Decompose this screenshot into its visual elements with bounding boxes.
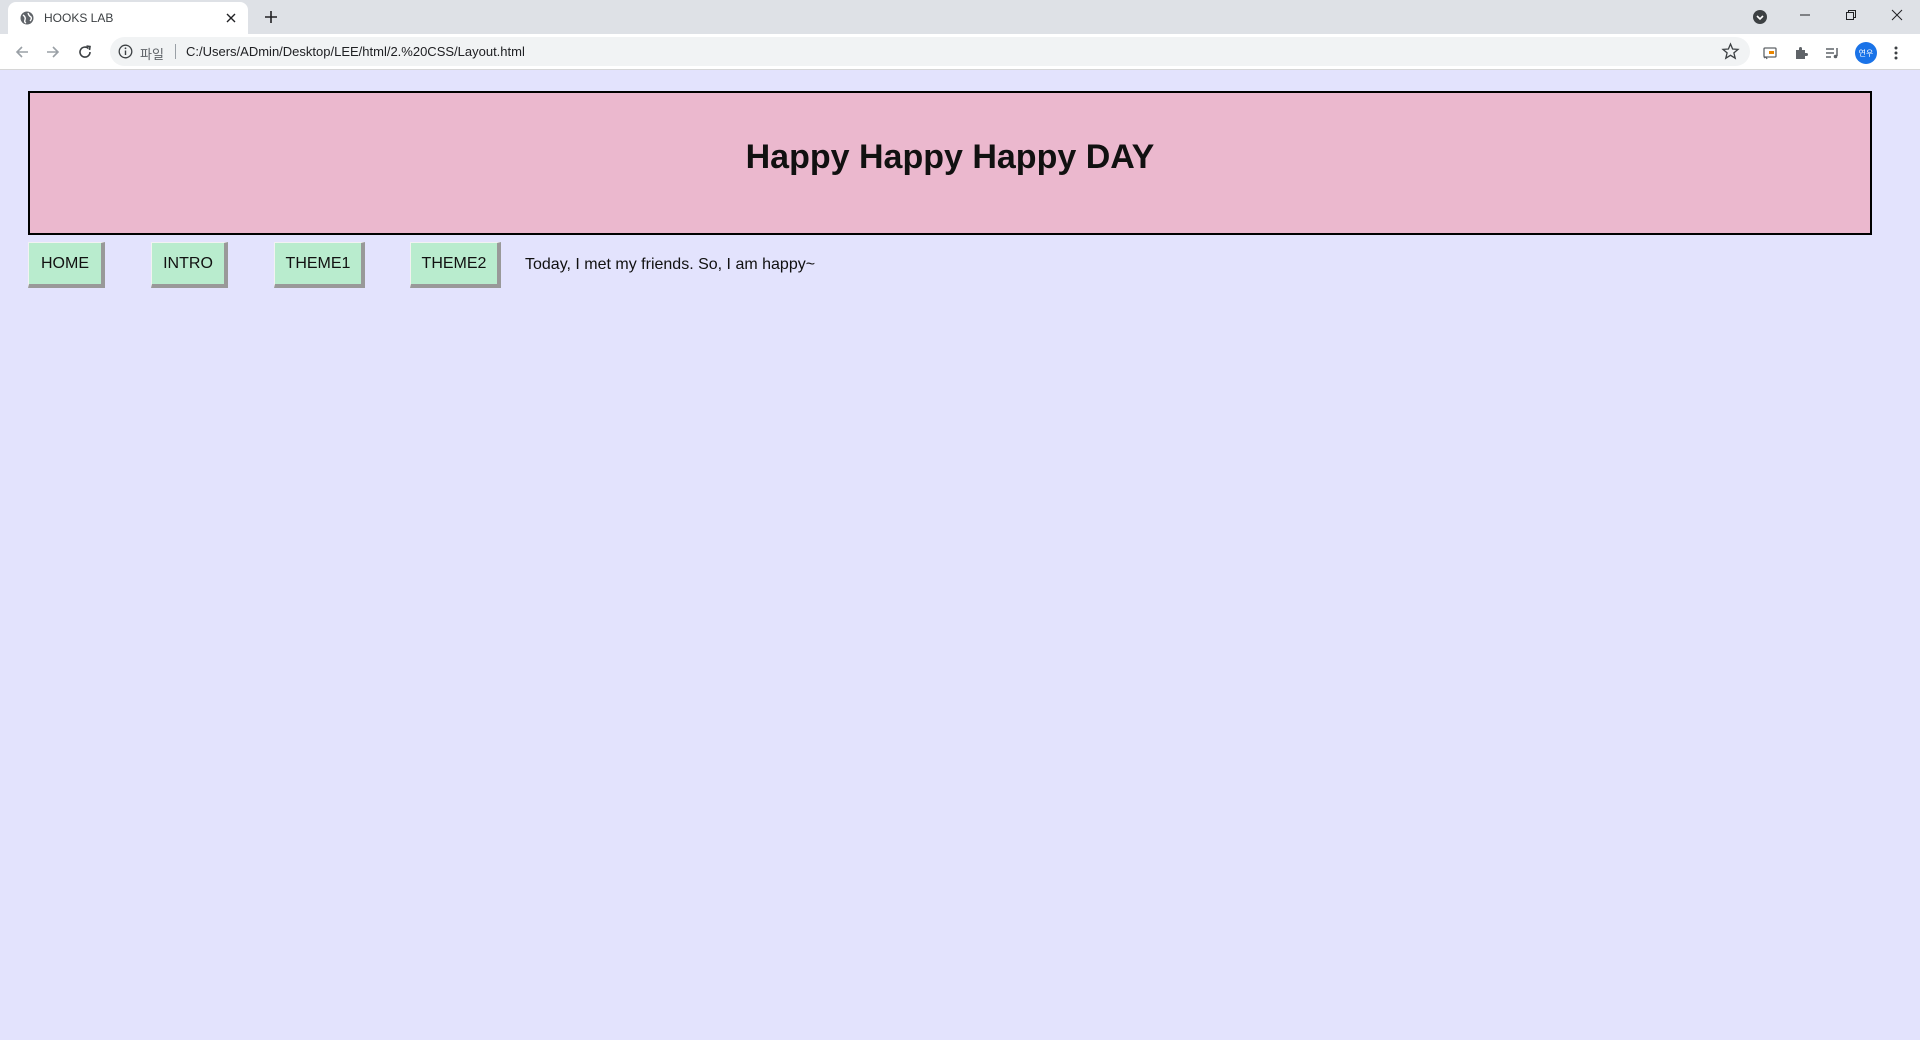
restore-icon[interactable] — [1828, 0, 1874, 30]
nav-button-theme1[interactable]: THEME1 — [274, 242, 365, 288]
window-close-icon[interactable] — [1874, 0, 1920, 30]
nav-button-theme2[interactable]: THEME2 — [410, 242, 501, 288]
kebab-menu-icon[interactable] — [1886, 43, 1906, 63]
tab-title: HOOKS LAB — [44, 11, 114, 25]
nav-button-intro[interactable]: INTRO — [151, 242, 228, 288]
new-tab-plus-icon[interactable] — [260, 6, 282, 28]
page-header: Happy Happy Happy DAY — [28, 91, 1872, 235]
reload-icon[interactable] — [74, 41, 96, 63]
globe-icon — [20, 11, 34, 25]
close-tab-icon[interactable] — [222, 9, 240, 27]
media-control-icon[interactable] — [1822, 43, 1842, 63]
browser-toolbar: 파일 C:/Users/ADmin/Desktop/LEE/html/2.%20… — [0, 34, 1920, 70]
minimize-icon[interactable] — [1782, 0, 1828, 30]
content-text: Today, I met my friends. So, I am happy~ — [525, 256, 816, 273]
nav-button-home[interactable]: HOME — [28, 242, 105, 288]
page-title: Happy Happy Happy DAY — [745, 137, 1155, 176]
tab-strip: HOOKS LAB — [0, 0, 1920, 34]
tab-search-icon[interactable] — [1750, 7, 1770, 27]
address-bar[interactable]: 파일 C:/Users/ADmin/Desktop/LEE/html/2.%20… — [110, 37, 1750, 66]
back-arrow-icon[interactable] — [11, 41, 33, 63]
bookmark-star-icon[interactable] — [1721, 42, 1740, 61]
profile-avatar[interactable]: 연우 — [1855, 42, 1877, 64]
window-controls — [1782, 0, 1920, 34]
browser-tab[interactable]: HOOKS LAB — [8, 2, 248, 34]
cast-icon[interactable] — [1760, 43, 1780, 63]
url-text[interactable]: C:/Users/ADmin/Desktop/LEE/html/2.%20CSS… — [186, 44, 525, 59]
address-divider — [175, 44, 176, 59]
scheme-label: 파일 — [140, 47, 164, 62]
info-icon[interactable] — [118, 44, 133, 59]
page-viewport: Happy Happy Happy DAY HOME INTRO THEME1 … — [0, 70, 1920, 1040]
forward-arrow-icon[interactable] — [42, 41, 64, 63]
puzzle-extension-icon[interactable] — [1791, 43, 1811, 63]
